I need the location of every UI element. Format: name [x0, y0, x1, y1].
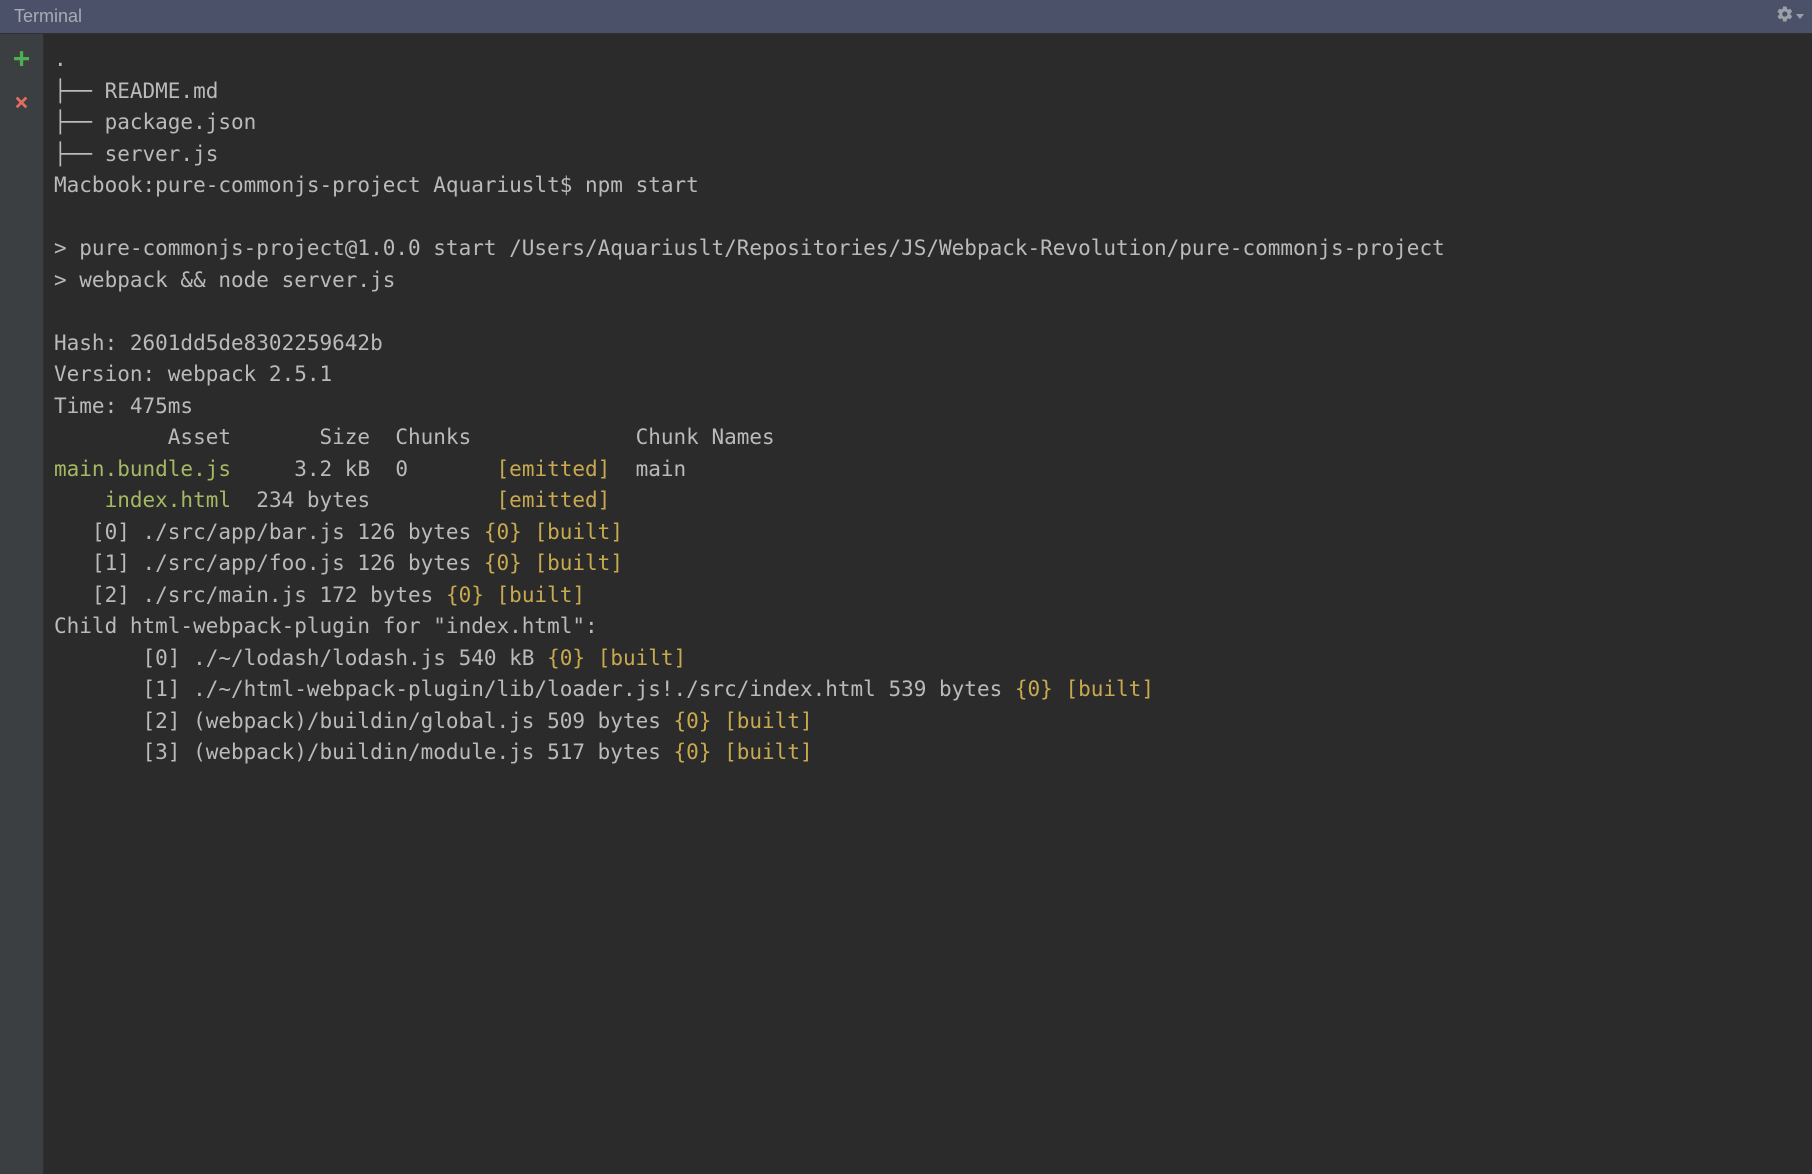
settings-button[interactable]	[1776, 5, 1804, 28]
gear-icon	[1776, 5, 1794, 28]
panel-title: Terminal	[14, 6, 82, 27]
close-session-button[interactable]: ×	[14, 90, 28, 114]
terminal-gutter: + ×	[0, 34, 44, 1174]
titlebar: Terminal	[0, 0, 1812, 34]
terminal-window: Terminal + × . ├── README.md ├── package…	[0, 0, 1812, 1174]
terminal-body: + × . ├── README.md ├── package.json ├──…	[0, 34, 1812, 1174]
new-session-button[interactable]: +	[13, 44, 30, 72]
terminal-output[interactable]: . ├── README.md ├── package.json ├── ser…	[44, 34, 1812, 1174]
chevron-down-icon	[1796, 14, 1804, 19]
